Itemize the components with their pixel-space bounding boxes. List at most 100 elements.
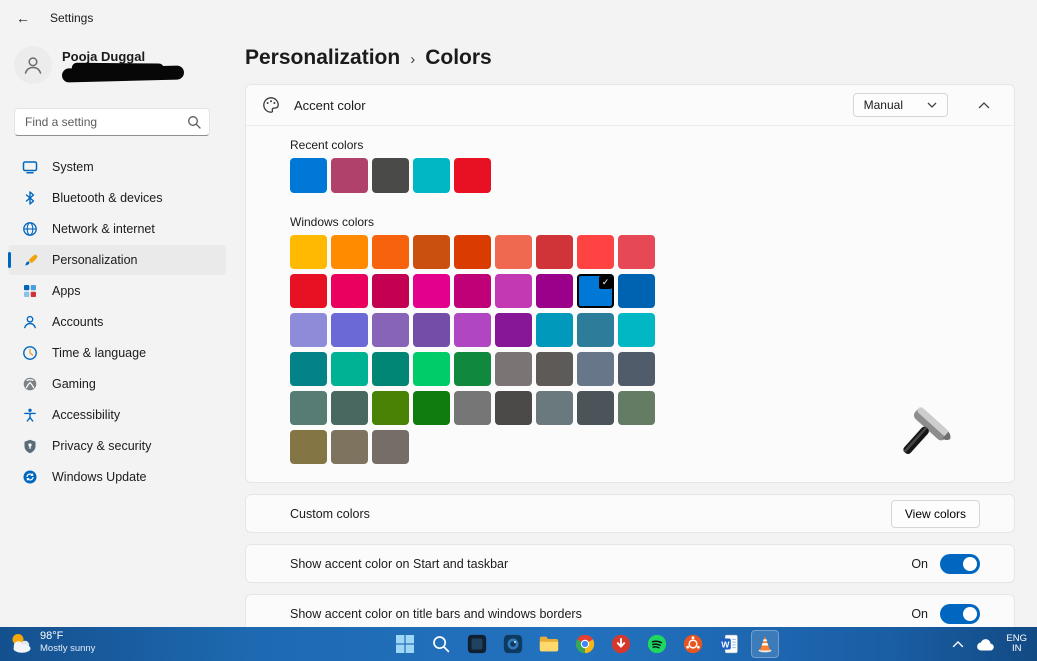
color-swatch-rose[interactable] xyxy=(331,158,368,193)
color-swatch-plum[interactable] xyxy=(454,274,491,308)
color-swatch-rose-bright[interactable] xyxy=(331,274,368,308)
color-swatch-gold[interactable] xyxy=(331,235,368,269)
color-swatch-liddy-green[interactable] xyxy=(618,391,655,425)
sidebar: Pooja Duggal SystemBluetooth & devicesNe… xyxy=(0,36,234,627)
search-icon[interactable] xyxy=(427,630,455,658)
color-swatch-violet-red[interactable] xyxy=(495,313,532,347)
color-swatch-seafoam[interactable] xyxy=(413,158,450,193)
expander-collapse-button[interactable] xyxy=(970,97,998,114)
color-swatch-orange-dark[interactable] xyxy=(413,235,450,269)
tray-chevron-up-icon[interactable] xyxy=(952,640,964,648)
toggle-switch[interactable] xyxy=(940,554,980,574)
search-box[interactable] xyxy=(14,108,210,136)
color-swatch-orchid[interactable] xyxy=(536,274,573,308)
color-swatch-camouflage[interactable] xyxy=(372,430,409,464)
color-swatch-overcast[interactable] xyxy=(454,391,491,425)
color-swatch-mint-light[interactable] xyxy=(331,352,368,386)
spotify-icon[interactable] xyxy=(643,630,671,658)
word-icon[interactable]: W xyxy=(715,630,743,658)
color-swatch-storm[interactable] xyxy=(495,391,532,425)
orange-app-icon[interactable] xyxy=(679,630,707,658)
color-swatch-green[interactable] xyxy=(413,391,450,425)
color-swatch-cool-blue-bright[interactable] xyxy=(536,313,573,347)
color-swatch-rose[interactable] xyxy=(372,274,409,308)
sidebar-item-accessibility[interactable]: Accessibility xyxy=(8,400,226,430)
color-swatch-turf-green[interactable] xyxy=(413,352,450,386)
sidebar-item-time-language[interactable]: Time & language xyxy=(8,338,226,368)
color-swatch-orchid-light[interactable] xyxy=(495,274,532,308)
onedrive-cloud-icon[interactable] xyxy=(976,638,994,651)
cone-app-icon[interactable] xyxy=(751,630,779,658)
color-swatch-meadow-green[interactable] xyxy=(372,391,409,425)
color-swatch-iris-pastel[interactable] xyxy=(372,313,409,347)
color-swatch-purple-shadow[interactable] xyxy=(290,313,327,347)
file-explorer-icon[interactable] xyxy=(535,630,563,658)
color-swatch-navy-blue[interactable] xyxy=(618,274,655,308)
search-input[interactable] xyxy=(25,115,187,129)
color-swatch-camouflage-desert[interactable] xyxy=(331,430,368,464)
language-indicator[interactable]: ENG IN xyxy=(1006,634,1027,655)
window-title: Settings xyxy=(50,11,93,25)
user-card[interactable]: Pooja Duggal xyxy=(6,40,228,84)
color-swatch-gray[interactable] xyxy=(495,352,532,386)
language-region: IN xyxy=(1006,644,1027,655)
red-arrow-app-icon[interactable] xyxy=(607,630,635,658)
start-icon[interactable] xyxy=(391,630,419,658)
taskbar-weather-widget[interactable]: 98°F Mostly sunny xyxy=(8,630,95,655)
accent-mode-value: Manual xyxy=(864,98,903,112)
color-swatch-plum-light[interactable] xyxy=(413,274,450,308)
color-swatch-storm[interactable] xyxy=(372,158,409,193)
color-swatch-default-blue[interactable] xyxy=(290,158,327,193)
color-swatch-pale-moss[interactable] xyxy=(290,391,327,425)
color-swatch-default-blue[interactable]: ✓ xyxy=(577,274,614,308)
color-swatch-mod-red[interactable] xyxy=(577,235,614,269)
color-swatch-steel-blue[interactable] xyxy=(577,352,614,386)
color-swatch-purple-shadow-dark[interactable] xyxy=(331,313,368,347)
color-swatch-iris-spring[interactable] xyxy=(413,313,450,347)
color-swatch-sport-green[interactable] xyxy=(454,352,491,386)
sidebar-item-system[interactable]: System xyxy=(8,152,226,182)
color-swatch-cool-blue[interactable] xyxy=(577,313,614,347)
sidebar-item-bluetooth-devices[interactable]: Bluetooth & devices xyxy=(8,183,226,213)
accent-color-card: Accent color Manual Recent colors Window… xyxy=(245,84,1015,483)
sidebar-item-accounts[interactable]: Accounts xyxy=(8,307,226,337)
color-swatch-violet-red-light[interactable] xyxy=(454,313,491,347)
setting-row-show-accent-color-on-start-and-taskbar: Show accent color on Start and taskbarOn xyxy=(245,544,1015,583)
color-swatch-yellow-gold[interactable] xyxy=(290,235,327,269)
color-swatch-red[interactable] xyxy=(454,158,491,193)
color-swatch-brick-red[interactable] xyxy=(536,235,573,269)
color-swatch-gray-brown[interactable] xyxy=(536,352,573,386)
color-swatch-seafoam-teal[interactable] xyxy=(290,352,327,386)
accent-mode-dropdown[interactable]: Manual xyxy=(853,93,948,117)
accent-color-header[interactable]: Accent color Manual xyxy=(246,85,1014,125)
color-swatch-pale-red[interactable] xyxy=(618,235,655,269)
color-swatch-metal-blue[interactable] xyxy=(618,352,655,386)
breadcrumb-parent[interactable]: Personalization xyxy=(245,46,400,70)
weather-condition: Mostly sunny xyxy=(40,643,95,655)
color-swatch-moss[interactable] xyxy=(331,391,368,425)
color-swatch-seafoam[interactable] xyxy=(618,313,655,347)
recent-colors-label: Recent colors xyxy=(290,138,998,152)
taskbar-center: W xyxy=(391,627,779,661)
sidebar-item-apps[interactable]: Apps xyxy=(8,276,226,306)
color-swatch-gray-dark[interactable] xyxy=(577,391,614,425)
sidebar-item-personalization[interactable]: Personalization xyxy=(8,245,226,275)
color-swatch-mint-dark[interactable] xyxy=(372,352,409,386)
view-colors-button[interactable]: View colors xyxy=(891,500,980,528)
browser-icon[interactable] xyxy=(571,630,599,658)
sidebar-item-network-internet[interactable]: Network & internet xyxy=(8,214,226,244)
color-swatch-blue-gray[interactable] xyxy=(536,391,573,425)
back-arrow-icon[interactable]: ← xyxy=(16,10,30,26)
dark-app-icon[interactable] xyxy=(463,630,491,658)
color-swatch-red[interactable] xyxy=(290,274,327,308)
color-swatch-sage[interactable] xyxy=(290,430,327,464)
sidebar-item-gaming[interactable]: Gaming xyxy=(8,369,226,399)
color-swatch-rust[interactable] xyxy=(454,235,491,269)
toggle-switch[interactable] xyxy=(940,604,980,624)
person-icon xyxy=(22,314,38,330)
color-swatch-pale-rust[interactable] xyxy=(495,235,532,269)
sidebar-item-privacy-security[interactable]: Privacy & security xyxy=(8,431,226,461)
camera-app-icon[interactable] xyxy=(499,630,527,658)
color-swatch-orange-bright[interactable] xyxy=(372,235,409,269)
sidebar-item-windows-update[interactable]: Windows Update xyxy=(8,462,226,492)
